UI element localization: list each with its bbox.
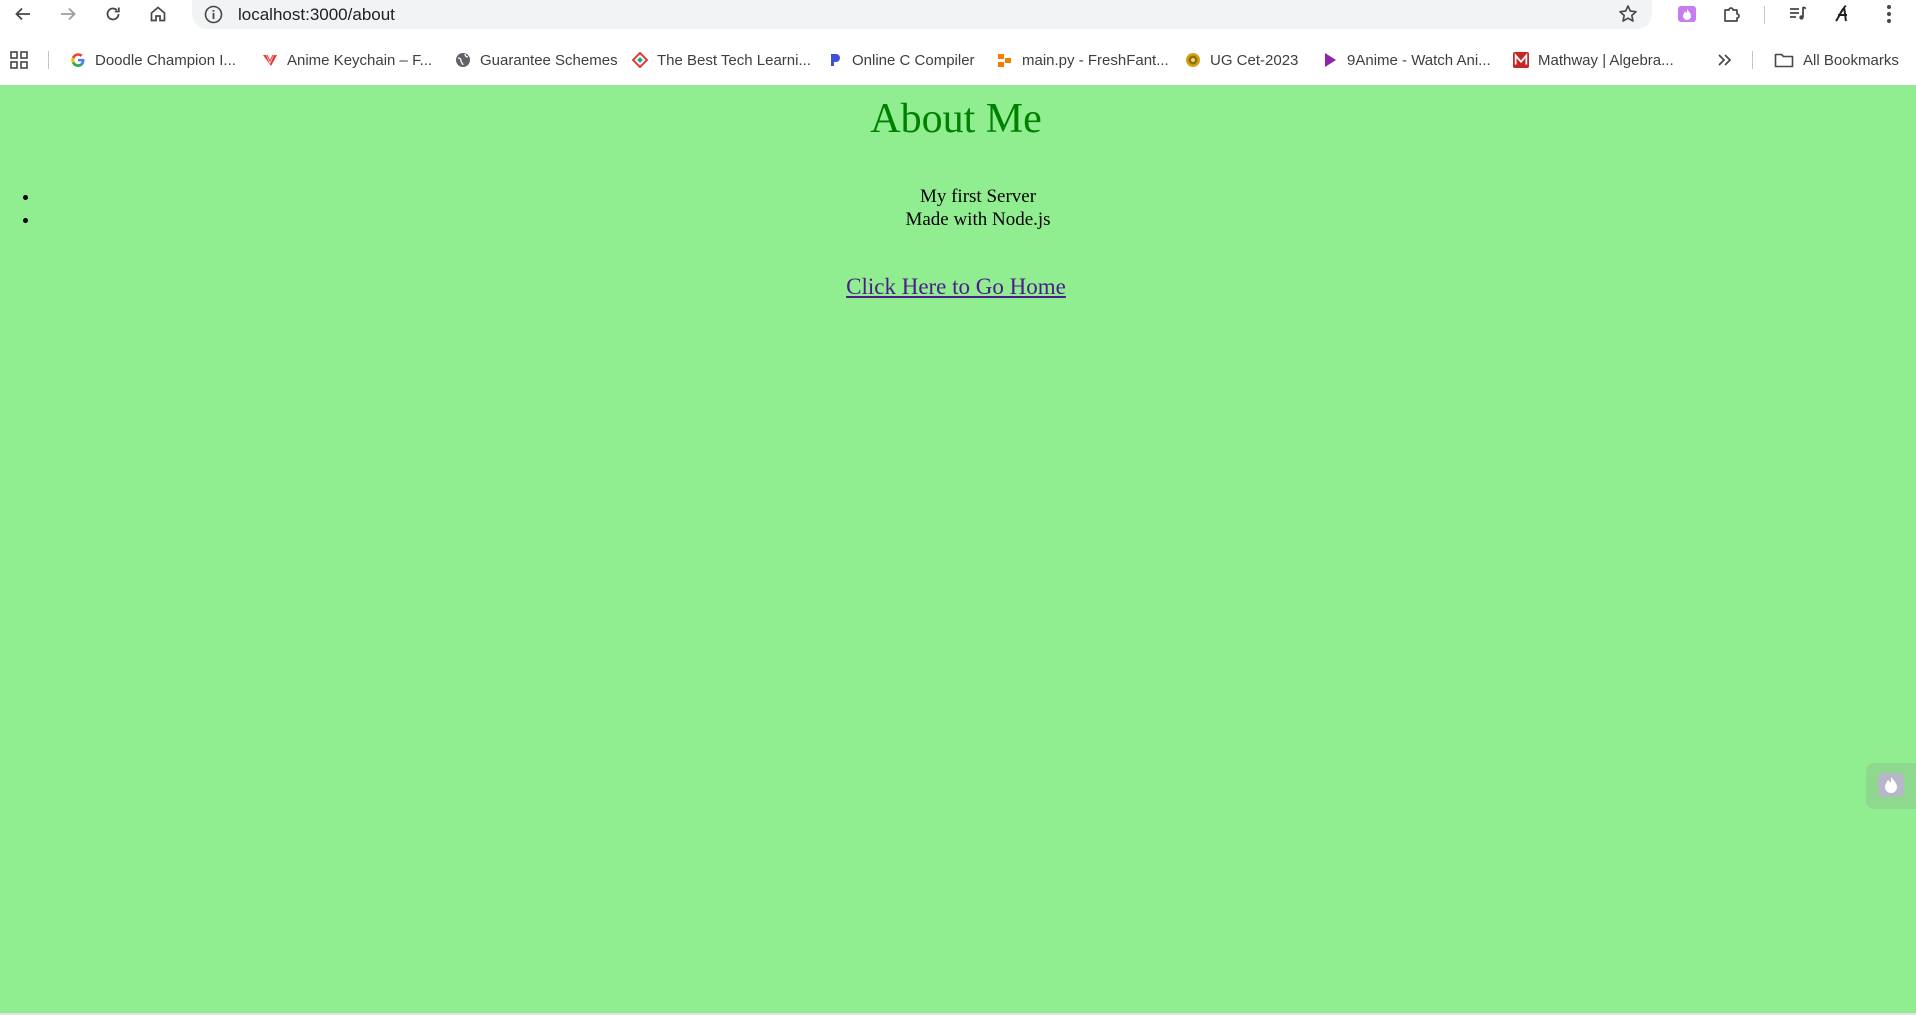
home-icon [150, 6, 166, 22]
tech-learning-icon [632, 52, 648, 68]
bookmark-label: The Best Tech Learni... [657, 51, 811, 69]
flame-extension-icon [1678, 6, 1696, 22]
home-link-container: Click Here to Go Home [0, 274, 1912, 300]
about-list: My first Server Made with Node.js [0, 185, 1916, 231]
script-a-icon [1835, 5, 1847, 22]
bookmarks-separator [1752, 51, 1753, 69]
bookmark-doodle-champion[interactable]: Doodle Champion I... [70, 48, 236, 72]
browser-window: localhost:3000/about Doodle Champion I..… [0, 0, 1916, 1015]
bookmark-anime-keychain[interactable]: Anime Keychain – F... [262, 48, 432, 72]
bookmark-label: main.py - FreshFant... [1022, 51, 1169, 69]
bookmark-online-c-compiler[interactable]: Online C Compiler [827, 48, 975, 72]
more-bookmarks-button[interactable] [1716, 48, 1732, 72]
more-vertical-icon [1887, 5, 1891, 23]
playlist-icon [1790, 6, 1807, 20]
globe-icon [455, 52, 471, 68]
all-bookmarks-button[interactable]: All Bookmarks [1774, 48, 1899, 72]
list-item: My first Server [40, 185, 1916, 208]
page-body: About Me My first Server Made with Node.… [0, 85, 1916, 1015]
back-arrow-icon [15, 7, 30, 21]
back-button[interactable] [7, 0, 39, 28]
play-icon [1322, 52, 1338, 68]
browser-toolbar: localhost:3000/about [0, 0, 1916, 30]
bookmark-label: 9Anime - Watch Ani... [1347, 51, 1491, 69]
freshfantasy-icon [997, 52, 1013, 68]
bookmark-star-icon[interactable] [1618, 4, 1638, 29]
profile-extension-button[interactable] [1826, 0, 1858, 28]
bookmark-mathway[interactable]: Mathway | Algebra... [1513, 48, 1674, 72]
site-info-icon[interactable] [204, 5, 223, 29]
bookmarks-bar: Doodle Champion I... Anime Keychain – F.… [0, 45, 1916, 75]
compiler-icon [827, 52, 843, 68]
mathway-icon [1513, 52, 1529, 68]
apps-grid-icon [10, 51, 28, 69]
url-text: localhost:3000/about [238, 5, 395, 24]
go-home-link[interactable]: Click Here to Go Home [846, 274, 1066, 299]
apps-button[interactable] [10, 48, 28, 72]
bookmark-label: Mathway | Algebra... [1538, 51, 1674, 69]
extension-button[interactable] [1671, 0, 1703, 28]
list-item: Made with Node.js [40, 208, 1916, 231]
floating-extension-widget[interactable] [1866, 763, 1916, 809]
ugcet-icon [1185, 52, 1201, 68]
all-bookmarks-label: All Bookmarks [1803, 51, 1899, 69]
forward-arrow-icon [61, 7, 76, 21]
reload-button[interactable] [97, 0, 129, 28]
flame-icon [1878, 773, 1904, 797]
bookmark-label: Anime Keychain – F... [287, 51, 433, 69]
bookmark-tech-learning[interactable]: The Best Tech Learni... [632, 48, 811, 72]
home-button[interactable] [142, 0, 174, 28]
folder-icon [1774, 52, 1794, 68]
page-title: About Me [870, 96, 1042, 142]
browser-menu-button[interactable] [1873, 0, 1905, 28]
bookmark-label: Online C Compiler [852, 51, 975, 69]
google-icon [70, 52, 86, 68]
extensions-menu-button[interactable] [1716, 0, 1748, 28]
toolbar-separator [1764, 6, 1765, 24]
bookmark-freshfantasy[interactable]: main.py - FreshFant... [997, 48, 1169, 72]
bookmark-label: Guarantee Schemes [480, 51, 618, 69]
puzzle-icon [1724, 7, 1740, 22]
anime-keychain-icon [262, 52, 278, 68]
bookmark-guarantee-schemes[interactable]: Guarantee Schemes [455, 48, 618, 72]
bookmarks-separator [48, 51, 49, 69]
bookmark-9anime[interactable]: 9Anime - Watch Ani... [1322, 48, 1491, 72]
address-bar[interactable]: localhost:3000/about [192, 0, 1652, 29]
media-control-button[interactable] [1782, 0, 1814, 28]
reload-icon [106, 7, 120, 21]
bookmark-label: Doodle Champion I... [95, 51, 236, 69]
bookmark-label: UG Cet-2023 [1210, 51, 1299, 69]
double-chevron-right-icon [1718, 54, 1732, 66]
bookmark-ug-cet[interactable]: UG Cet-2023 [1185, 48, 1298, 72]
forward-button[interactable] [52, 0, 84, 28]
